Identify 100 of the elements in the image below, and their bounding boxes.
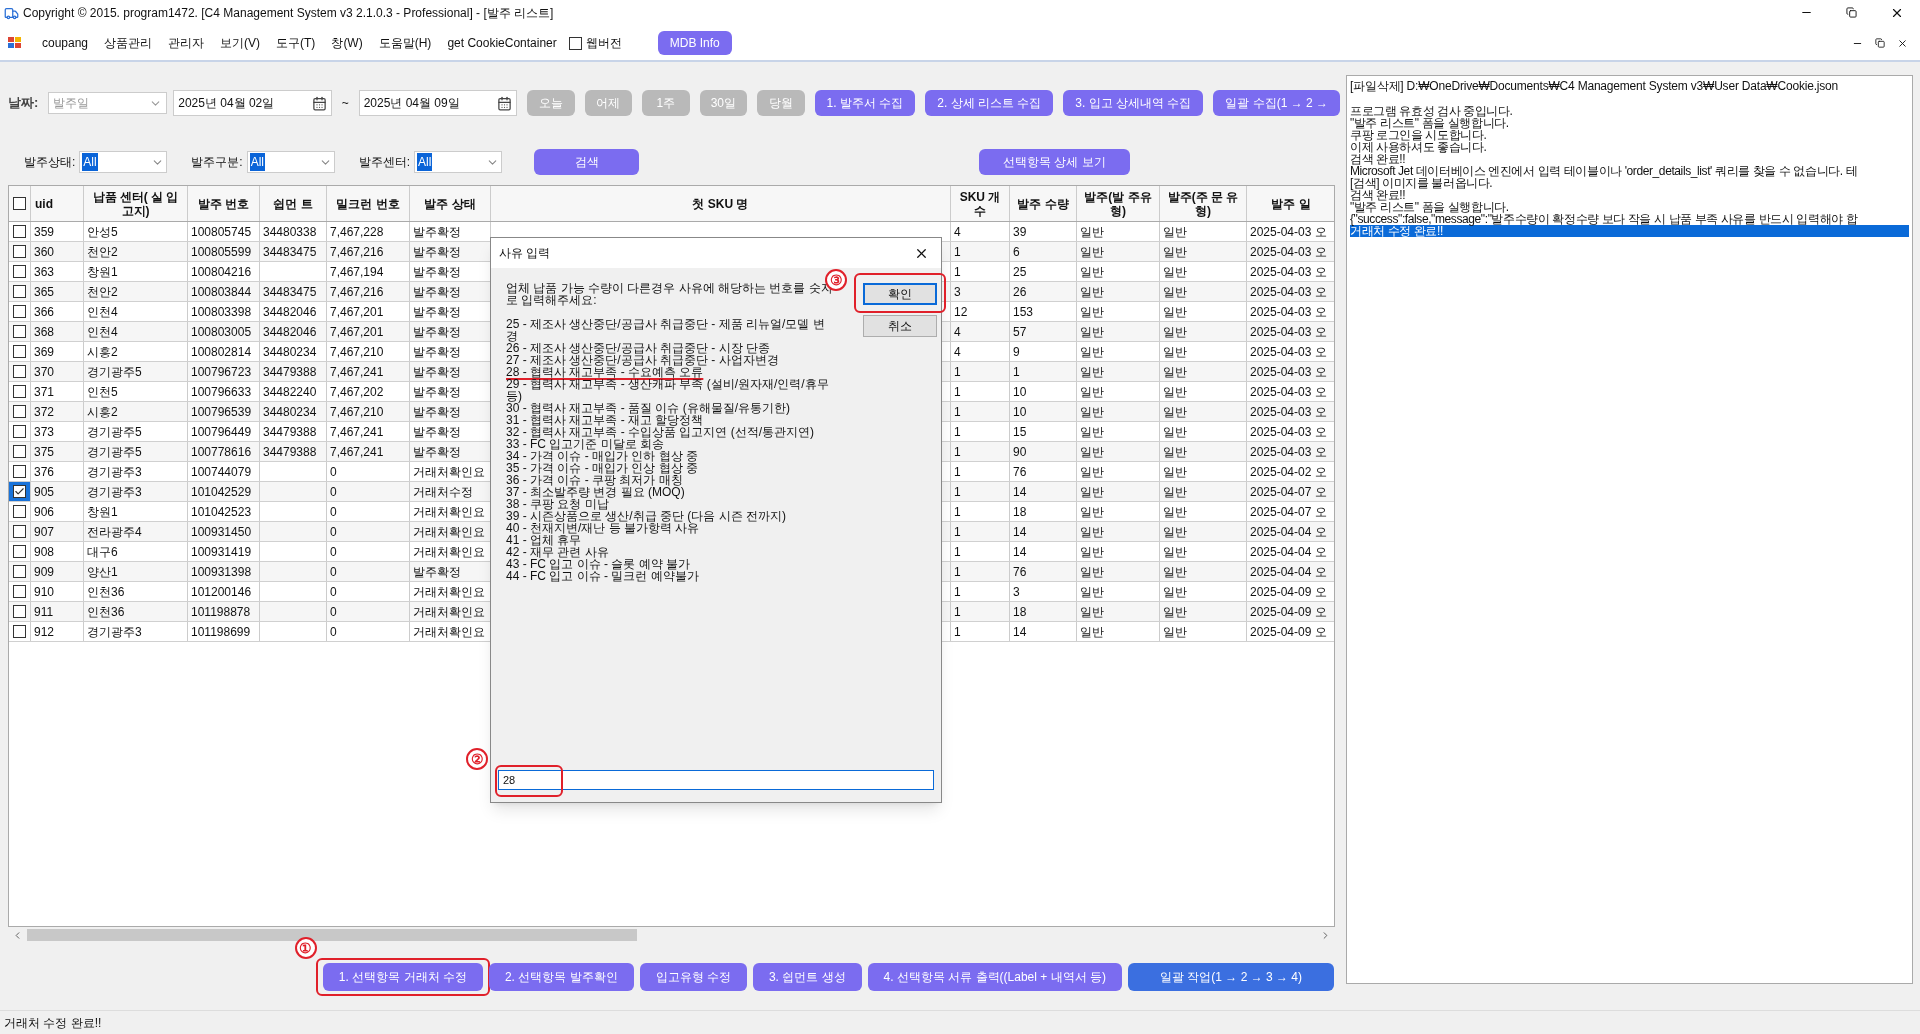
action-button[interactable]: 3. 쉽먼트 생성 <box>752 963 862 991</box>
checkbox[interactable] <box>13 197 26 210</box>
checkbox[interactable] <box>13 325 26 338</box>
table-cell-text: 34480234 <box>263 403 317 421</box>
table-cell-text: 4 <box>954 323 961 341</box>
calendar-icon[interactable] <box>497 95 513 111</box>
table-cell-text: 7,467,201 <box>330 303 384 321</box>
table-cell-text: 일반 <box>1163 343 1187 361</box>
checkbox[interactable] <box>13 405 26 418</box>
table-cell-text: 100931450 <box>191 523 252 541</box>
column-header[interactable]: uid <box>31 186 84 221</box>
checkbox[interactable] <box>13 505 26 518</box>
checkbox[interactable] <box>13 365 26 378</box>
restore-icon[interactable] <box>1875 38 1885 48</box>
table-cell-text: 100803844 <box>191 283 252 301</box>
date-from-field[interactable]: 2025년 04월 02일 <box>173 90 332 116</box>
log-line: 쿠팡 로그인을 시도합니다. <box>1350 129 1487 141</box>
checkbox[interactable] <box>13 465 26 478</box>
menu-item[interactable]: 상품관리 <box>96 34 161 52</box>
menu-item[interactable]: 창(W) <box>323 34 371 52</box>
date-to-field[interactable]: 2025년 04월 09일 <box>358 90 518 116</box>
menu-item[interactable]: 관리자 <box>160 34 213 52</box>
close-icon[interactable] <box>1890 6 1904 20</box>
column-header[interactable]: 밀크런 번호 <box>327 186 410 221</box>
table-cell-text: 일반 <box>1080 343 1104 361</box>
column-header[interactable]: 첫 SKU 명 <box>491 186 951 221</box>
table-cell-text: 2025-04-09 오 <box>1250 623 1327 641</box>
menu-item[interactable]: 도구(T) <box>268 34 324 52</box>
action-button[interactable]: 일괄 작업(1 → 2 → 3 → 4) <box>1127 963 1334 991</box>
reason-item: 28 - 협력사 재고부족 - 수요예측 오류 <box>506 366 704 378</box>
log-line: {"success":false,"message":"발주수량이 확정수량 보다 작을 시 납품 부족 사유를 반드시 입력해야 합 <box>1350 213 1859 225</box>
log-line: 프로그램 유효성 검사 중입니다. <box>1350 105 1514 117</box>
detail-view-button[interactable]: 선택항목 상세 보기 <box>979 149 1130 175</box>
column-header[interactable]: SKU 개수 <box>951 186 1010 221</box>
column-header[interactable]: 발주(발 주유형) <box>1077 186 1160 221</box>
reason-item: 25 - 제조사 생산중단/공급사 취급중단 - 제품 리뉴얼/모델 변경 <box>506 318 826 342</box>
checkbox[interactable] <box>13 525 26 538</box>
search-button[interactable]: 검색 <box>534 149 640 175</box>
reason-input[interactable]: 28 <box>498 770 934 790</box>
cancel-button[interactable]: 취소 <box>863 315 937 337</box>
restore-icon[interactable] <box>1846 7 1857 18</box>
table-cell-text: 발주확정 <box>413 303 461 321</box>
column-header[interactable]: 발주 번호 <box>188 186 260 221</box>
checkbox[interactable] <box>13 305 26 318</box>
filter-dropdown[interactable]: All <box>246 151 335 173</box>
column-header[interactable]: 쉽먼 트 <box>260 186 327 221</box>
collect-button[interactable]: 3. 입고 상세내역 수집 <box>1063 90 1204 116</box>
action-button[interactable]: 4. 선택항목 서류 출력((Label + 내역서 등) <box>867 963 1122 991</box>
close-icon[interactable] <box>1897 37 1908 49</box>
checkbox[interactable] <box>13 425 26 438</box>
menu-item[interactable]: coupang <box>34 34 97 52</box>
table-cell-text: 7,467,216 <box>330 283 384 301</box>
table-cell-text: 57 <box>1013 323 1027 341</box>
table-cell-text: 39 <box>1013 223 1027 241</box>
checkbox[interactable] <box>13 565 26 578</box>
checkbox[interactable] <box>13 345 26 358</box>
table-cell-text: 7,467,228 <box>330 223 384 241</box>
table-cell-text: 34482240 <box>263 383 317 401</box>
collect-button[interactable]: 1. 발주서 수집 <box>814 90 916 116</box>
menu-item[interactable]: get CookieContainer <box>439 34 565 52</box>
filter-dropdown[interactable]: All <box>414 151 503 173</box>
action-button[interactable]: 1. 선택항목 거래처 수정 <box>322 963 483 991</box>
checkbox[interactable] <box>568 36 582 50</box>
checkbox[interactable] <box>13 285 26 298</box>
column-header[interactable]: 발주(주 문 유형) <box>1160 186 1247 221</box>
table-cell-text: 일반 <box>1080 443 1104 461</box>
checkbox[interactable] <box>13 545 26 558</box>
checkbox[interactable] <box>13 445 26 458</box>
table-cell-text: 2025-04-03 오 <box>1250 343 1327 361</box>
menu-item[interactable]: 보기(V) <box>212 34 269 52</box>
column-header[interactable]: 납품 센터( 실 입고지) <box>84 186 188 221</box>
checkbox[interactable] <box>13 585 26 598</box>
column-header[interactable]: 발주 상태 <box>410 186 491 221</box>
table-cell-text: 일반 <box>1080 223 1104 241</box>
calendar-icon[interactable] <box>311 95 327 111</box>
checkbox[interactable] <box>13 605 26 618</box>
checkbox[interactable] <box>13 265 26 278</box>
column-header[interactable]: 발주 수량 <box>1010 186 1077 221</box>
checkbox[interactable] <box>13 245 26 258</box>
table-cell-text: 1 <box>954 603 961 621</box>
action-button[interactable]: 2. 선택항목 발주확인 <box>488 963 634 991</box>
mdb-info-button[interactable]: MDB Info <box>657 31 732 55</box>
column-header[interactable]: 발주 일 <box>1247 186 1334 221</box>
table-cell-text: 안성5 <box>87 223 118 241</box>
table-cell-text: 일반 <box>1163 603 1187 621</box>
action-button[interactable]: 입고유형 수정 <box>639 963 747 991</box>
menu-item[interactable]: 도움말(H) <box>370 34 440 52</box>
checkbox[interactable] <box>13 625 26 638</box>
checkbox[interactable] <box>13 225 26 238</box>
collect-button[interactable]: 일괄 수집(1 → 2 → <box>1213 90 1340 116</box>
checkbox[interactable] <box>13 385 26 398</box>
table-cell-text: 1 <box>954 483 961 501</box>
table-cell-text: 일반 <box>1080 483 1104 501</box>
collect-button[interactable]: 2. 상세 리스트 수집 <box>925 90 1054 116</box>
ok-button[interactable]: 확인 <box>863 283 937 305</box>
filter-dropdown[interactable]: All <box>79 151 168 173</box>
table-cell-text: 일반 <box>1080 563 1104 581</box>
table-cell-text: 일반 <box>1163 543 1187 561</box>
table-cell-text: 일반 <box>1080 243 1104 261</box>
checkbox[interactable] <box>13 485 26 498</box>
